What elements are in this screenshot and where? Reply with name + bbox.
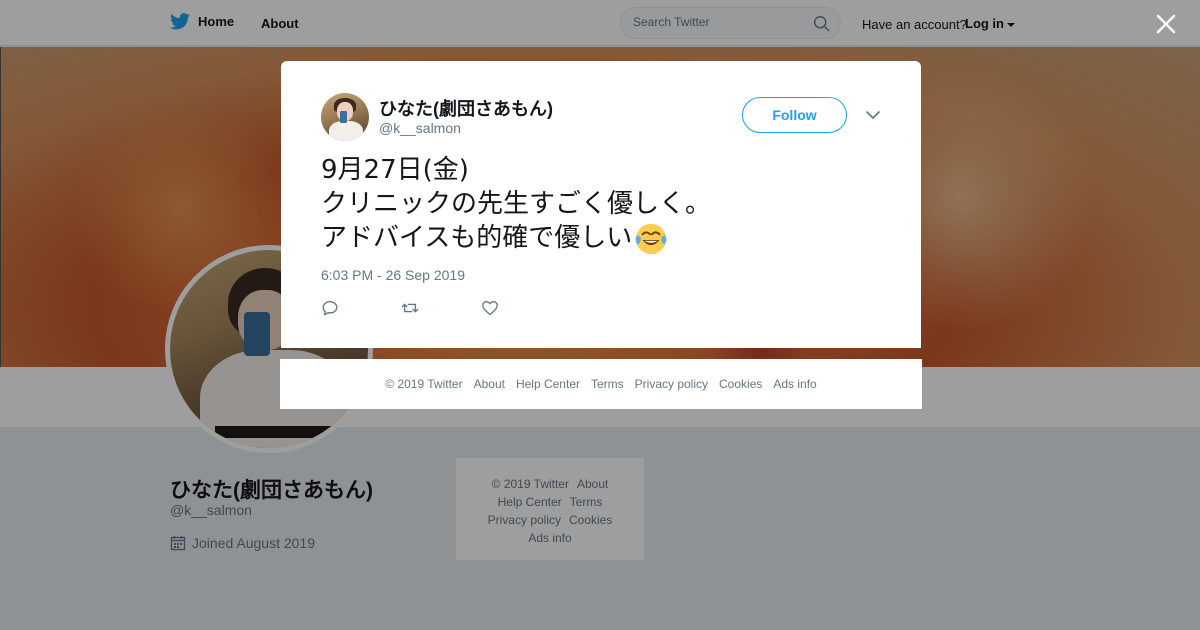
avatar-body bbox=[329, 121, 363, 141]
close-icon[interactable] bbox=[1155, 13, 1177, 35]
tweet-text: 9月27日(金) クリニックの先生すごく優しく。 アドバイスも的確で優しい bbox=[321, 153, 881, 256]
reply-icon[interactable] bbox=[321, 299, 339, 317]
follow-button[interactable]: Follow bbox=[742, 97, 847, 133]
face-with-tears-of-joy-icon bbox=[635, 223, 667, 254]
tweet-author-name[interactable]: ひなた(劇団さあもん) bbox=[379, 95, 553, 121]
tweet-modal: ひなた(劇団さあもん) @k__salmon Follow 9月27日(金) ク… bbox=[281, 61, 921, 348]
footer-link-privacy-policy[interactable]: Privacy policy bbox=[635, 377, 708, 391]
tweet-author-handle[interactable]: @k__salmon bbox=[379, 120, 461, 136]
tweet-timestamp[interactable]: 6:03 PM - 26 Sep 2019 bbox=[321, 267, 465, 283]
footer-link-cookies[interactable]: Cookies bbox=[719, 377, 762, 391]
footer-link-about[interactable]: About bbox=[474, 377, 505, 391]
tweet-line-with-emoji: アドバイスも的確で優しい bbox=[321, 221, 881, 256]
heart-icon[interactable] bbox=[481, 299, 499, 317]
chevron-down-icon[interactable] bbox=[865, 109, 881, 121]
footer-link-terms[interactable]: Terms bbox=[591, 377, 624, 391]
avatar-phone bbox=[340, 111, 347, 123]
tweet-author-avatar[interactable] bbox=[321, 93, 369, 141]
retweet-icon[interactable] bbox=[401, 299, 419, 317]
footer-link-ads-info[interactable]: Ads info bbox=[773, 377, 816, 391]
tweet-actions bbox=[321, 299, 499, 317]
tweet-line: クリニックの先生すごく優しく。 bbox=[321, 189, 712, 219]
footer-link-help-center[interactable]: Help Center bbox=[516, 377, 580, 391]
tweet-line: アドバイスも的確で優しい bbox=[321, 223, 633, 253]
modal-footer: © 2019 Twitter About Help Center Terms P… bbox=[280, 359, 922, 409]
tweet-line: 9月27日(金) bbox=[321, 155, 469, 185]
footer-copyright: © 2019 Twitter bbox=[385, 377, 463, 391]
